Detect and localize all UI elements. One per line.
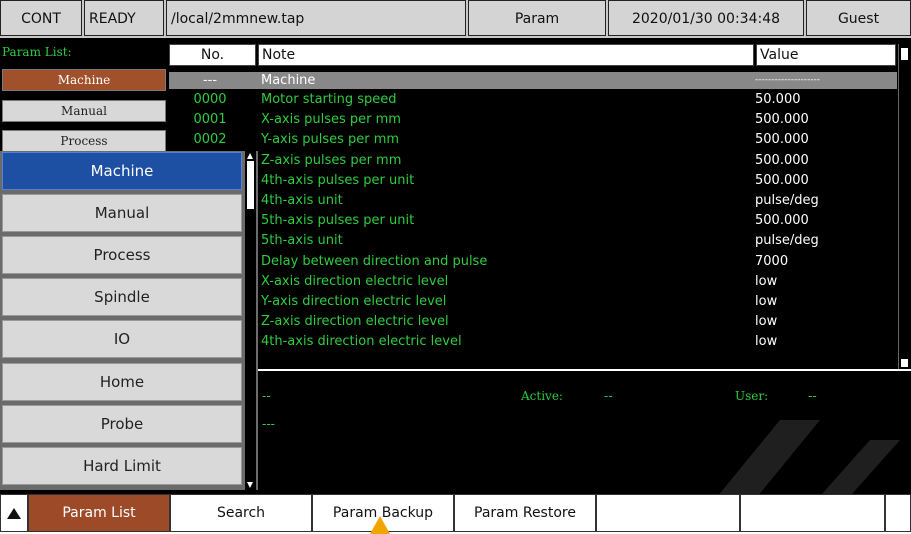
sidebar-item-machine[interactable]: Machine: [2, 69, 166, 91]
dropdown-item-probe[interactable]: Probe: [2, 404, 242, 443]
param-note: Y-axis direction electric level: [261, 294, 447, 309]
dropdown-item-home[interactable]: Home: [2, 362, 242, 401]
param-note: Motor starting speed: [261, 92, 397, 107]
dropdown-item-process[interactable]: Process: [2, 236, 242, 275]
column-header-note: Note: [258, 44, 754, 66]
param-value: 500.000: [755, 132, 809, 148]
param-value: low: [755, 334, 778, 350]
param-note: 4th-axis pulses per unit: [261, 172, 415, 188]
scroll-thumb[interactable]: [247, 161, 254, 209]
param-note: X-axis pulses per mm: [261, 112, 401, 128]
dropdown-scrollbar[interactable]: [245, 151, 256, 490]
param-value: pulse/deg: [755, 193, 819, 208]
param-value: low: [755, 314, 778, 330]
param-value: low: [755, 294, 778, 309]
datetime-display: 2020/01/30 00:34:48: [608, 0, 804, 36]
top-status-bar: CONT READY /local/2mmnew.tap Param 2020/…: [0, 0, 911, 38]
scroll-up-icon[interactable]: [247, 153, 253, 159]
param-note: Y-axis pulses per mm: [261, 132, 400, 148]
group-value: --------------------: [755, 75, 820, 85]
param-note: 4th-axis direction electric level: [261, 334, 462, 350]
column-header-value: Value: [756, 44, 896, 66]
table-scrollbar[interactable]: [898, 44, 911, 369]
state-indicator: READY: [84, 0, 164, 36]
param-value: 500.000: [755, 152, 809, 168]
param-value: low: [755, 273, 778, 289]
dropdown-item-spindle[interactable]: Spindle: [2, 278, 242, 317]
scroll-bottom-cap: [901, 359, 908, 367]
file-path: /local/2mmnew.tap: [166, 0, 466, 36]
active-label: Active:: [521, 389, 563, 403]
param-note: 4th-axis unit: [261, 193, 343, 208]
param-number: 0002: [193, 132, 227, 148]
param-value: 500.000: [755, 172, 809, 188]
category-dropdown: Machine Manual Process Spindle IO Home Probe Ha…: [0, 151, 258, 490]
param-value: 500.000: [755, 213, 809, 229]
group-no: ---: [202, 73, 218, 88]
pointer-cursor-icon: [370, 516, 390, 534]
search-button[interactable]: Search: [170, 494, 312, 532]
param-value: 500.000: [755, 112, 809, 128]
param-list-button[interactable]: Param List: [28, 494, 170, 532]
screen-name: Param: [468, 0, 606, 36]
param-value: pulse/deg: [755, 233, 819, 249]
function-button-7[interactable]: [885, 494, 911, 532]
param-value: 7000: [755, 253, 789, 269]
panel-divider: [169, 369, 911, 371]
dropdown-item-io[interactable]: IO: [2, 320, 242, 359]
status-line-2: ---: [262, 417, 275, 431]
param-number: 0001: [193, 112, 227, 128]
scroll-top-cap: [901, 48, 908, 60]
param-note: 5th-axis pulses per unit: [261, 213, 415, 229]
user-display: Guest: [806, 0, 911, 36]
active-value: --: [604, 389, 613, 403]
param-note: Z-axis pulses per mm: [261, 152, 402, 168]
dropdown-item-machine[interactable]: Machine: [2, 152, 242, 190]
dropdown-item-manual[interactable]: Manual: [2, 194, 242, 233]
triangle-up-icon: [7, 508, 21, 519]
param-note: 5th-axis unit: [261, 233, 343, 249]
sidebar-item-manual[interactable]: Manual: [2, 100, 166, 122]
function-button-5[interactable]: [596, 494, 740, 532]
group-label: Machine: [261, 73, 316, 88]
dropdown-item-hard-limit[interactable]: Hard Limit: [2, 446, 242, 485]
group-row-machine[interactable]: --- Machine --------------------: [169, 72, 897, 89]
sidebar-item-process[interactable]: Process: [2, 130, 166, 152]
param-note: X-axis direction electric level: [261, 273, 449, 289]
scroll-down-icon[interactable]: [247, 482, 253, 488]
mode-indicator: CONT: [0, 0, 82, 36]
param-note: Delay between direction and pulse: [261, 253, 488, 269]
column-header-no: No.: [169, 44, 256, 66]
page-up-button[interactable]: [0, 494, 28, 532]
status-line-1: --: [262, 389, 271, 403]
param-note: Z-axis direction electric level: [261, 314, 449, 330]
param-value: 50.000: [755, 92, 801, 107]
param-number: 0000: [193, 92, 227, 107]
param-restore-button[interactable]: Param Restore: [454, 494, 596, 532]
function-button-6[interactable]: [740, 494, 885, 532]
param-list-title: Param List:: [2, 45, 72, 59]
